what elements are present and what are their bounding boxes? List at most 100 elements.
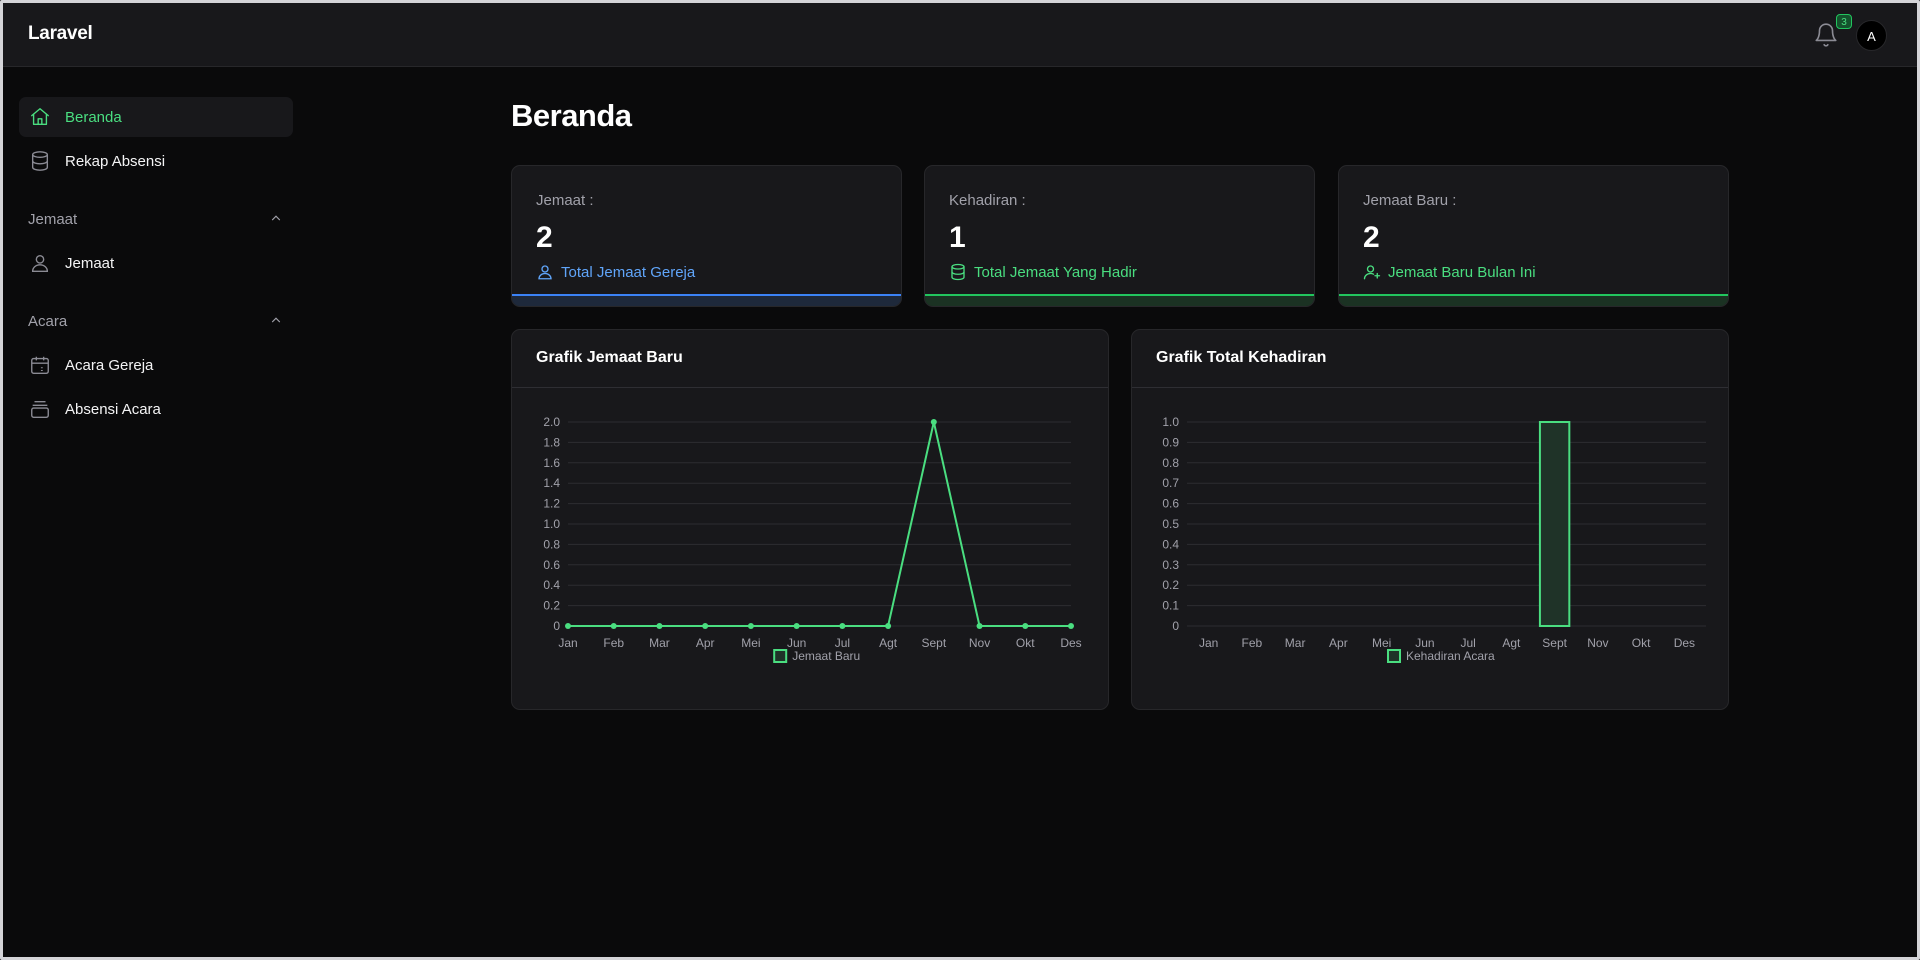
archive-icon	[29, 398, 51, 420]
y-tick-label: 1.2	[543, 497, 560, 511]
sidebar-item-label: Beranda	[65, 108, 122, 126]
y-tick-label: 0.9	[1162, 435, 1179, 449]
x-tick-label: Nov	[969, 636, 990, 650]
legend-label: Jemaat Baru	[792, 649, 860, 663]
x-tick-label: Okt	[1016, 636, 1035, 650]
x-tick-label: Jun	[787, 636, 806, 650]
sidebar-item-rekap-absensi[interactable]: Rekap Absensi	[19, 141, 293, 181]
sidebar-item-label: Jemaat	[65, 254, 115, 272]
chart-card-jemaat-baru: Grafik Jemaat Baru 0 0.2 0.4 0.6 0.8 1.0 1.2 1.…	[511, 329, 1109, 710]
bar-chart: 0 0.1 0.2 0.3 0.4 0.5 0.6 0.7 0.8 0.9 1.0 Jan Feb Mar…	[1162, 415, 1706, 663]
x-tick-label: Apr	[1329, 636, 1348, 650]
legend-label: Kehadiran Acara	[1406, 649, 1495, 663]
x-tick-label: Jul	[835, 636, 850, 650]
stat-label: Kehadiran :	[949, 192, 1026, 209]
x-tick-label: Feb	[603, 636, 624, 650]
x-tick-label: Sept	[1542, 636, 1567, 650]
x-tick-label: Des	[1060, 636, 1081, 650]
y-tick-label: 0.8	[543, 537, 560, 551]
sidebar-item-label: Rekap Absensi	[65, 152, 166, 170]
x-tick-label: Okt	[1632, 636, 1651, 650]
stat-label: Jemaat :	[536, 192, 594, 209]
y-tick-label: 0.2	[543, 599, 560, 613]
data-point	[747, 623, 754, 629]
stat-card-kehadiran: Kehadiran : 1 Total Jemaat Yang Hadir	[924, 165, 1315, 307]
y-tick-label: 0.1	[1162, 599, 1179, 613]
notification-badge: 3	[1836, 14, 1852, 29]
brand-logo[interactable]: Laravel	[28, 23, 93, 45]
sidebar-group-title: Jemaat	[28, 210, 78, 228]
y-tick-label: 1.6	[543, 456, 560, 470]
y-tick-label: 0.2	[1162, 578, 1179, 592]
y-tick-label: 0.6	[1162, 497, 1179, 511]
legend-swatch	[773, 649, 788, 663]
y-tick-label: 2.0	[543, 415, 560, 429]
sidebar-item-beranda[interactable]: Beranda	[19, 97, 293, 137]
data-point	[1068, 623, 1074, 629]
y-tick-label: 0.7	[1162, 476, 1179, 490]
stat-accent-bar	[925, 294, 1314, 306]
line-chart: 0 0.2 0.4 0.6 0.8 1.0 1.2 1.4 1.6 1.8 2.0 Jan Feb Mar…	[543, 415, 1082, 663]
data-point	[930, 419, 937, 425]
top-bar: Laravel 3 A	[3, 3, 1917, 67]
chevron-up-icon	[269, 313, 283, 327]
database-icon	[949, 263, 967, 281]
y-tick-label: 0.4	[543, 578, 560, 592]
user-icon	[29, 252, 51, 274]
chart-card-total-kehadiran: Grafik Total Kehadiran 0 0.1 0.2 0.3 0.4 0.5 0…	[1131, 329, 1729, 710]
stat-subtext-label: Total Jemaat Gereja	[561, 263, 696, 281]
y-tick-label: 1.0	[543, 517, 560, 531]
y-tick-label: 0.3	[1162, 558, 1179, 572]
database-icon	[29, 150, 51, 172]
x-tick-label: Jan	[558, 636, 577, 650]
data-point	[656, 623, 663, 629]
stat-subtext: Total Jemaat Yang Hadir	[949, 263, 1137, 281]
x-tick-label: Apr	[696, 636, 715, 650]
stat-card-jemaat: Jemaat : 2 Total Jemaat Gereja	[511, 165, 902, 307]
y-tick-label: 0	[553, 619, 560, 633]
stat-accent-bar	[1339, 294, 1728, 306]
page-title: Beranda	[511, 98, 632, 133]
data-point	[565, 623, 571, 629]
chevron-up-icon	[269, 211, 283, 225]
sidebar-item-label: Acara Gereja	[65, 356, 154, 374]
data-point	[793, 623, 800, 629]
sidebar: Beranda Rekap Absensi Jemaat Jemaat Acar…	[19, 97, 293, 433]
x-tick-label: Mei	[741, 636, 760, 650]
x-tick-label: Agt	[1502, 636, 1521, 650]
stat-subtext: Jemaat Baru Bulan Ini	[1363, 263, 1536, 281]
stat-subtext-label: Total Jemaat Yang Hadir	[974, 263, 1137, 281]
stat-value: 2	[1363, 221, 1380, 254]
y-tick-label: 0.4	[1162, 537, 1179, 551]
user-plus-icon	[1363, 263, 1381, 281]
sidebar-item-label: Absensi Acara	[65, 400, 161, 418]
y-tick-label: 1.0	[1162, 415, 1179, 429]
data-point	[885, 623, 892, 629]
x-tick-label: Mei	[1372, 636, 1391, 650]
data-point	[1022, 623, 1029, 629]
x-tick-label: Des	[1674, 636, 1695, 650]
data-point	[976, 623, 983, 629]
sidebar-group-jemaat[interactable]: Jemaat	[19, 205, 293, 233]
avatar[interactable]: A	[1856, 20, 1887, 51]
chart-title: Grafik Jemaat Baru	[512, 330, 1108, 388]
sidebar-item-acara-gereja[interactable]: Acara Gereja	[19, 345, 293, 385]
calendar-icon	[29, 354, 51, 376]
x-tick-label: Nov	[1587, 636, 1608, 650]
y-tick-label: 0.5	[1162, 517, 1179, 531]
y-tick-label: 0	[1172, 619, 1179, 633]
data-point	[702, 623, 709, 629]
home-icon	[29, 106, 51, 128]
sidebar-item-absensi-acara[interactable]: Absensi Acara	[19, 389, 293, 429]
bell-icon[interactable]	[1813, 22, 1839, 48]
sidebar-item-jemaat[interactable]: Jemaat	[19, 243, 293, 283]
x-tick-label: Agt	[879, 636, 898, 650]
x-tick-label: Jul	[1460, 636, 1475, 650]
x-tick-label: Mar	[1285, 636, 1306, 650]
x-tick-label: Mar	[649, 636, 670, 650]
sidebar-group-acara[interactable]: Acara	[19, 307, 293, 335]
data-point	[839, 623, 846, 629]
legend-swatch	[1387, 649, 1401, 663]
x-tick-label: Jan	[1199, 636, 1218, 650]
data-point	[610, 623, 617, 629]
